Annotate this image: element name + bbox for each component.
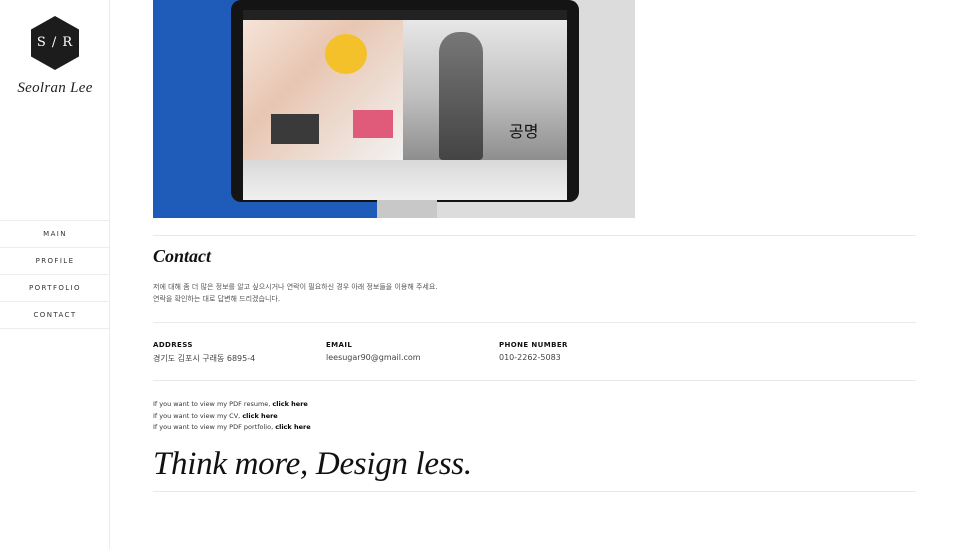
dark-banner xyxy=(271,114,319,144)
hero-image: 공명 xyxy=(153,0,635,218)
phone-label: PHONE NUMBER xyxy=(499,341,568,349)
yellow-badge xyxy=(325,34,367,74)
nav-item-portfolio[interactable]: PORTFOLIO xyxy=(0,275,110,302)
section-title: Contact xyxy=(153,246,212,266)
address-label: ADDRESS xyxy=(153,341,193,349)
logo-hexagon[interactable]: S / R xyxy=(31,16,79,70)
monitor-chin xyxy=(243,160,567,200)
resume-link[interactable]: click here xyxy=(272,400,307,408)
divider xyxy=(153,380,916,381)
link-text: If you want to view my CV, xyxy=(153,411,243,420)
download-links: If you want to view my PDF resume, click… xyxy=(153,399,311,434)
site-nav-bar xyxy=(243,10,567,20)
portfolio-link[interactable]: click here xyxy=(275,423,310,431)
cv-link-line: If you want to view my CV, click here xyxy=(153,411,311,423)
email-block: EMAIL leesugar90@gmail.com xyxy=(326,341,421,362)
email-value[interactable]: leesugar90@gmail.com xyxy=(326,353,421,362)
divider xyxy=(153,322,916,323)
screen-title: 공명 xyxy=(509,122,539,141)
email-label: EMAIL xyxy=(326,341,353,349)
divider xyxy=(153,235,916,236)
sidebar: S / R Seolran Lee MAIN PROFILE PORTFOLIO… xyxy=(0,0,110,549)
nav-item-contact[interactable]: CONTACT xyxy=(0,302,110,329)
address-block: ADDRESS 경기도 김포시 구래동 6895-4 xyxy=(153,341,255,364)
portfolio-link-line: If you want to view my PDF portfolio, cl… xyxy=(153,422,311,434)
monitor-screen: 공명 xyxy=(243,10,567,160)
pink-banner xyxy=(353,110,393,138)
intro-line: 저에 대해 좀 더 많은 정보를 알고 싶으시거나 연락이 필요하신 경우 아래… xyxy=(153,283,438,291)
divider xyxy=(153,491,916,492)
nav-item-profile[interactable]: PROFILE xyxy=(0,248,110,275)
monitor-stand xyxy=(377,200,437,218)
main-nav: MAIN PROFILE PORTFOLIO CONTACT xyxy=(0,220,110,329)
brand-name[interactable]: Seolran Lee xyxy=(0,80,110,97)
phone-block: PHONE NUMBER 010-2262-5083 xyxy=(499,341,568,362)
tagline: Think more, Design less. xyxy=(153,446,472,482)
address-value: 경기도 김포시 구래동 6895-4 xyxy=(153,354,256,363)
statue-image xyxy=(439,32,483,160)
cv-link[interactable]: click here xyxy=(242,412,277,420)
link-text: If you want to view my PDF resume, xyxy=(153,400,273,408)
link-text: If you want to view my PDF portfolio, xyxy=(153,423,276,431)
law-site-mockup xyxy=(403,20,567,160)
phone-value[interactable]: 010-2262-5083 xyxy=(499,353,568,362)
logo[interactable]: S / R Seolran Lee xyxy=(0,16,110,97)
intro-line: 연락을 확인하는 대로 답변해 드리겠습니다. xyxy=(153,295,281,303)
resume-link-line: If you want to view my PDF resume, click… xyxy=(153,399,311,411)
contact-intro: 저에 대해 좀 더 많은 정보를 알고 싶으시거나 연락이 필요하신 경우 아래… xyxy=(153,281,438,305)
nav-item-main[interactable]: MAIN xyxy=(0,221,110,248)
